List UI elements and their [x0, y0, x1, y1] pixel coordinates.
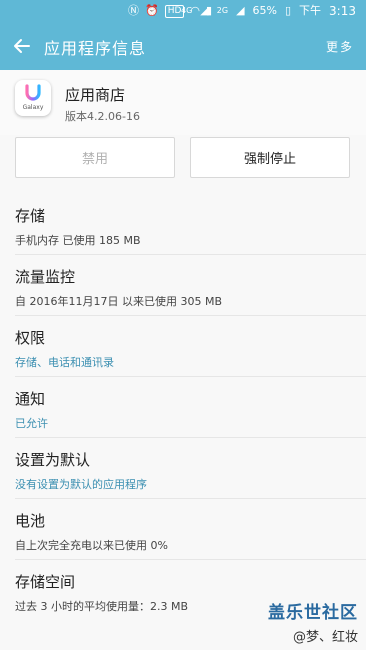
section-notifications[interactable]: 通知 已允许: [0, 378, 366, 438]
section-title: 流量监控: [15, 268, 76, 286]
status-bar: Ⓝ ⏰ HD ◠ ▮ 4G ◢ 2G ◢ 65% ▯ 下午 3:13: [0, 0, 366, 22]
app-icon-brand: Galaxy: [22, 104, 44, 111]
galaxy-apps-logo-icon: [25, 84, 41, 101]
section-subtitle: 存储、电话和通讯录: [15, 356, 114, 369]
divider: [15, 254, 366, 255]
divider: [15, 376, 366, 377]
section-title: 权限: [15, 329, 46, 347]
network-type-2: 2G: [216, 6, 229, 15]
watermark-title: 盖乐世社区: [268, 603, 358, 623]
section-subtitle: 没有设置为默认的应用程序: [15, 478, 147, 491]
disable-button[interactable]: 禁用: [15, 137, 175, 178]
back-arrow-icon[interactable]: [12, 36, 32, 56]
section-subtitle: 自 2016年11月17日 以来已使用 305 MB: [15, 295, 223, 308]
section-title: 存储: [15, 207, 46, 225]
status-right: 4G ◢ 2G ◢ 65% ▯ 下午 3:13: [181, 4, 356, 18]
nfc-icon: Ⓝ: [128, 4, 139, 17]
page-title: 应用程序信息: [44, 39, 147, 58]
section-data-usage[interactable]: 流量监控 自 2016年11月17日 以来已使用 305 MB: [0, 256, 366, 316]
ampm: 下午: [299, 4, 322, 17]
section-set-as-default[interactable]: 设置为默认 没有设置为默认的应用程序: [0, 439, 366, 499]
alarm-icon: ⏰: [145, 4, 159, 17]
section-subtitle: 手机内存 已使用 185 MB: [15, 234, 141, 247]
section-title: 存储空间: [15, 573, 76, 591]
section-title: 设置为默认: [15, 451, 91, 469]
section-storage[interactable]: 存储 手机内存 已使用 185 MB: [0, 195, 366, 255]
app-icon: Galaxy: [15, 80, 51, 116]
signal-icon: ◢: [200, 4, 209, 17]
signal-icon-2: ◢: [236, 4, 245, 17]
network-type: 4G: [181, 6, 193, 15]
divider: [15, 559, 366, 560]
community-watermark: 盖乐世社区 @梦、红妆: [268, 598, 358, 645]
section-subtitle: 已允许: [15, 417, 48, 430]
watermark-user: @梦、红妆: [292, 630, 358, 645]
section-title: 电池: [15, 512, 46, 530]
section-permissions[interactable]: 权限 存储、电话和通讯录: [0, 317, 366, 377]
app-bar: 应用程序信息 更多: [0, 22, 366, 70]
section-subtitle: 过去 3 小时的平均使用量：2.3 MB: [15, 600, 189, 613]
app-header: Galaxy 应用商店 版本4.2.06-16: [0, 70, 366, 135]
section-title: 通知: [15, 390, 46, 408]
battery-icon: ▯: [284, 4, 292, 17]
battery-percent: 65%: [252, 4, 277, 17]
divider: [15, 498, 366, 499]
divider: [15, 437, 366, 438]
clock: 3:13: [329, 4, 356, 18]
section-battery[interactable]: 电池 自上次完全充电以来已使用 0%: [0, 500, 366, 560]
app-name: 应用商店: [65, 86, 126, 104]
divider: [15, 315, 366, 316]
force-stop-button[interactable]: 强制停止: [190, 137, 350, 178]
more-button[interactable]: 更多: [326, 38, 354, 55]
section-subtitle: 自上次完全充电以来已使用 0%: [15, 539, 168, 552]
app-version: 版本4.2.06-16: [65, 110, 140, 123]
